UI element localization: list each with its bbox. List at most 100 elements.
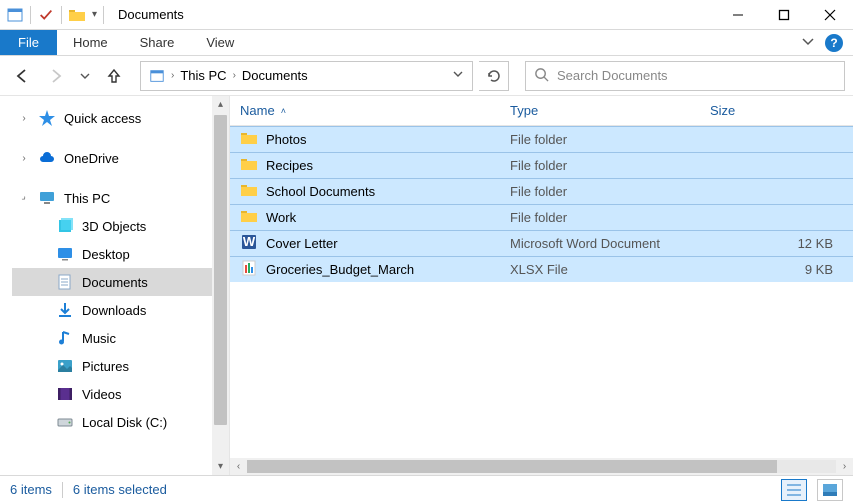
file-type: File folder — [510, 210, 567, 225]
file-icon — [240, 259, 258, 280]
help-icon[interactable]: ? — [825, 34, 843, 52]
window-title: Documents — [110, 7, 184, 22]
tab-home[interactable]: Home — [57, 30, 124, 55]
chevron-right-icon[interactable]: › — [18, 113, 30, 124]
file-row[interactable]: Recipes File folder — [230, 152, 853, 178]
scroll-right-icon[interactable]: › — [836, 461, 853, 472]
sidebar-item-quick-access[interactable]: › Quick access — [12, 104, 212, 132]
search-input[interactable] — [557, 68, 836, 83]
scroll-up-icon[interactable]: ▴ — [218, 96, 223, 113]
sidebar-child-icon — [56, 301, 74, 319]
close-button[interactable] — [807, 0, 853, 30]
file-row[interactable]: PhotosFile folder — [230, 126, 853, 152]
sidebar-item-label: Videos — [82, 387, 122, 402]
search-icon — [534, 67, 549, 85]
column-header-size[interactable]: Size — [700, 103, 853, 118]
tab-share[interactable]: Share — [124, 30, 191, 55]
chevron-right-icon[interactable]: › — [18, 153, 30, 164]
main-area: › Quick access › OneDrive › Thi — [0, 96, 853, 475]
column-label: Type — [510, 103, 538, 118]
chevron-down-icon[interactable]: › — [16, 190, 32, 206]
file-row[interactable]: School DocumentsFile folder — [230, 178, 853, 204]
up-button[interactable] — [100, 62, 128, 90]
sidebar-item-videos[interactable]: Videos — [12, 380, 212, 408]
horizontal-scrollbar[interactable]: ‹ › — [230, 458, 853, 475]
sidebar-item-label: Pictures — [82, 359, 129, 374]
star-icon — [38, 109, 56, 127]
sidebar-scrollbar[interactable]: ▴ ▾ — [212, 96, 229, 475]
sidebar-item-desktop[interactable]: Desktop — [12, 240, 212, 268]
file-rows: PhotosFile folder Recipes File folder Schoo… — [230, 126, 853, 282]
quick-access-toolbar: ▾ — [0, 6, 110, 24]
scroll-thumb[interactable] — [247, 460, 777, 473]
qat-dropdown-icon[interactable]: ▾ — [92, 9, 97, 20]
sidebar-item-documents[interactable]: Documents — [12, 268, 212, 296]
sidebar-item-music[interactable]: Music — [12, 324, 212, 352]
column-label: Name — [240, 103, 275, 118]
scroll-down-icon[interactable]: ▾ — [218, 458, 223, 475]
sidebar-child-icon — [56, 273, 74, 291]
folder-qat-icon[interactable] — [68, 6, 86, 24]
recent-locations-button[interactable] — [76, 62, 94, 90]
forward-button[interactable] — [42, 62, 70, 90]
address-root-icon[interactable] — [145, 68, 169, 84]
breadcrumb-documents[interactable]: Documents — [238, 68, 312, 83]
sidebar-item-label: Quick access — [64, 111, 141, 126]
sidebar-child-icon — [56, 413, 74, 431]
file-row[interactable]: WCover LetterMicrosoft Word Document12 K… — [230, 230, 853, 256]
file-name: School Documents — [266, 184, 375, 199]
file-row[interactable]: Groceries_Budget_MarchXLSX File9 KB — [230, 256, 853, 282]
tab-view[interactable]: View — [190, 30, 250, 55]
status-bar: 6 items 6 items selected — [0, 475, 853, 503]
column-header-name[interactable]: Name ˄ — [230, 103, 500, 118]
sidebar-child-icon — [56, 357, 74, 375]
file-row[interactable]: Work File folder — [230, 204, 853, 230]
chevron-right-icon[interactable]: › — [171, 70, 174, 81]
scroll-left-icon[interactable]: ‹ — [230, 461, 247, 472]
column-headers: Name ˄ Type Size — [230, 96, 853, 126]
navigation-pane: › Quick access › OneDrive › Thi — [0, 96, 230, 475]
file-type: XLSX File — [510, 262, 568, 277]
scroll-thumb[interactable] — [214, 115, 227, 425]
column-header-type[interactable]: Type — [500, 103, 700, 118]
file-icon — [240, 181, 258, 202]
sidebar-item-label: Documents — [82, 275, 148, 290]
sidebar-item-label: Desktop — [82, 247, 130, 262]
sidebar-item-this-pc[interactable]: › This PC — [12, 184, 212, 212]
sidebar-item-downloads[interactable]: Downloads — [12, 296, 212, 324]
sidebar-item-local-disk-c-[interactable]: Local Disk (C:) — [12, 408, 212, 436]
breadcrumb-this-pc[interactable]: This PC — [176, 68, 230, 83]
column-label: Size — [710, 103, 735, 118]
ribbon-collapse-icon[interactable] — [801, 34, 815, 51]
svg-text:W: W — [243, 234, 256, 249]
sidebar-item-3d-objects[interactable]: 3D Objects — [12, 212, 212, 240]
file-type: File folder — [510, 158, 567, 173]
status-selected-count: 6 items selected — [73, 482, 167, 497]
address-dropdown-icon[interactable] — [448, 68, 468, 83]
details-view-button[interactable] — [781, 479, 807, 501]
monitor-icon — [38, 189, 56, 207]
large-icons-view-button[interactable] — [817, 479, 843, 501]
search-box[interactable] — [525, 61, 845, 91]
refresh-button[interactable] — [479, 61, 509, 91]
sidebar-item-label: 3D Objects — [82, 219, 146, 234]
sidebar-item-label: Music — [82, 331, 116, 346]
sidebar-child-icon — [56, 217, 74, 235]
minimize-button[interactable] — [715, 0, 761, 30]
file-name: Work — [266, 210, 296, 225]
sidebar-child-icon — [56, 245, 74, 263]
maximize-button[interactable] — [761, 0, 807, 30]
sidebar-child-icon — [56, 385, 74, 403]
file-tab[interactable]: File — [0, 30, 57, 55]
sidebar-item-onedrive[interactable]: › OneDrive — [12, 144, 212, 172]
file-name: Recipes — [266, 158, 313, 173]
file-type: File folder — [510, 132, 567, 147]
chevron-right-icon[interactable]: › — [233, 70, 236, 81]
file-name: Cover Letter — [266, 236, 338, 251]
back-button[interactable] — [8, 62, 36, 90]
sidebar-item-label: This PC — [64, 191, 110, 206]
sidebar-item-pictures[interactable]: Pictures — [12, 352, 212, 380]
address-bar[interactable]: › This PC › Documents — [140, 61, 473, 91]
properties-qat-icon[interactable] — [37, 6, 55, 24]
nav-bar: › This PC › Documents — [0, 56, 853, 96]
